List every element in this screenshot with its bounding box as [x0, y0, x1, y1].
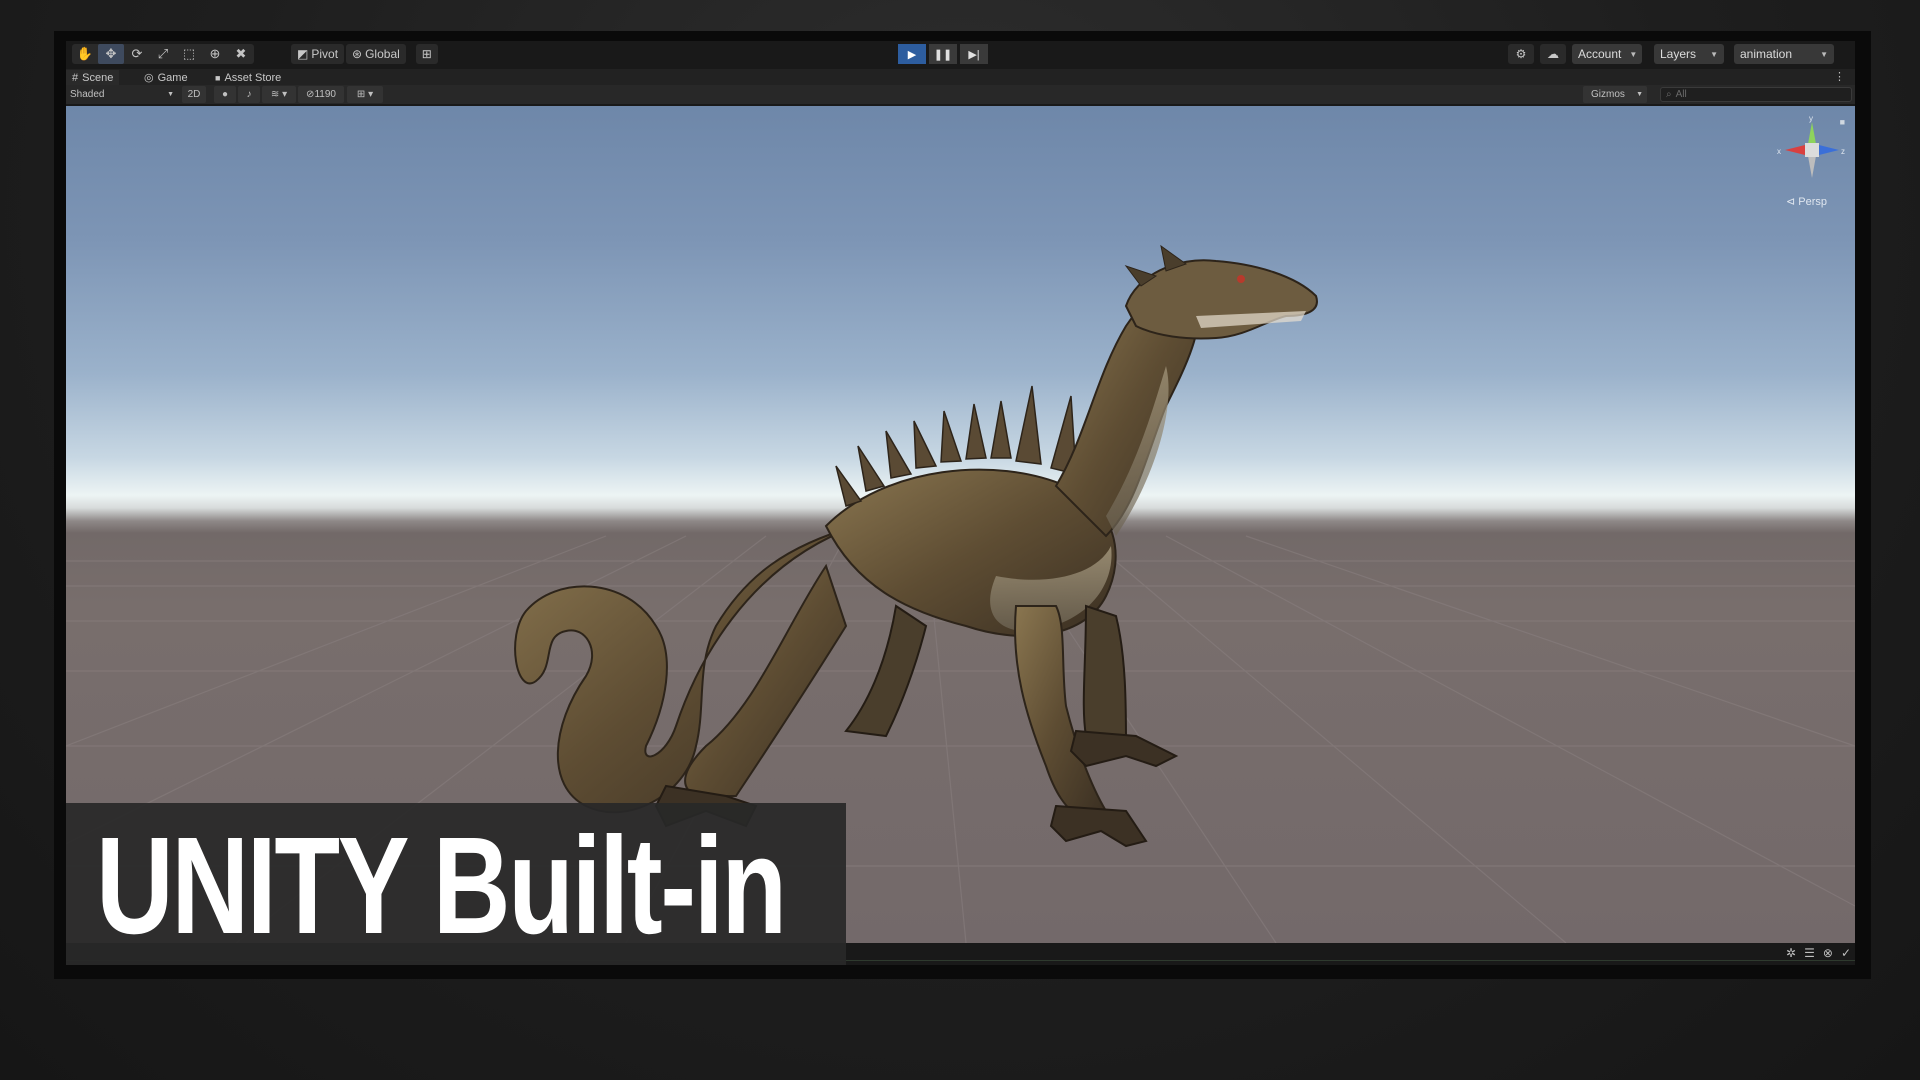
game-tab-icon: ◎ [144, 72, 154, 84]
grid-snap-button[interactable]: ⊞ [415, 44, 438, 64]
lock-tab-icon: ■ [215, 72, 221, 83]
layers-label: Layers [1660, 47, 1697, 61]
tab-scene[interactable]: # Scene [66, 70, 120, 85]
tool-group: ✋ ✥ ⟳ ⤢ ⬚ ⊕ ✖ [72, 44, 254, 64]
transform-tools: ✋ ✥ ⟳ ⤢ ⬚ ⊕ ✖ [72, 44, 254, 64]
gizmo-center-cube[interactable] [1805, 143, 1819, 157]
gizmo-z-label: z [1841, 147, 1845, 156]
play-controls: ▶ ❚❚ ▶| [898, 44, 988, 64]
persp-text: Persp [1798, 196, 1827, 208]
grid-snap-icon: ⊞ [421, 47, 432, 61]
main-toolbar: ✋ ✥ ⟳ ⤢ ⬚ ⊕ ✖ ◩ Pivot ⊛ Global ⊞ ▶ ❚❚ ▶|… [66, 41, 1855, 68]
effects-dropdown-icon[interactable]: ≋ ▾ [262, 86, 296, 103]
chevron-down-icon: ▼ [1636, 91, 1643, 98]
chevron-down-icon: ▼ [1820, 49, 1828, 59]
pause-button[interactable]: ❚❚ [929, 44, 957, 64]
overlay-title: UNITY Built-in [96, 809, 787, 963]
title-overlay: UNITY Built-in [66, 803, 846, 965]
mode-2d-label: 2D [187, 89, 201, 100]
global-label: Global [365, 47, 400, 61]
search-placeholder: All [1675, 89, 1687, 100]
status-icons: ✲ ☰ ⊗ ✓ [1786, 946, 1851, 960]
scale-tool-icon[interactable]: ⤢ [150, 44, 176, 64]
account-dropdown[interactable]: Account ▼ [1572, 44, 1642, 64]
lighting-toggle-icon[interactable]: ● [214, 86, 236, 103]
hidden-count: 1190 [314, 89, 336, 100]
more-options-icon[interactable]: ⋮ [1834, 70, 1845, 83]
tab-label: Asset Store [224, 71, 282, 84]
orientation-gizmo[interactable]: y x z [1777, 114, 1847, 186]
right-toolbar: ⚙ ☁ Account ▼ Layers ▼ animation ▼ [1508, 44, 1834, 64]
settings-icon[interactable]: ⊗ [1823, 946, 1833, 960]
scene-tab-icon: # [72, 71, 79, 84]
chevron-down-icon: ▼ [1629, 49, 1638, 59]
layout-dropdown[interactable]: animation ▼ [1734, 44, 1834, 64]
layout-label: animation [1740, 47, 1793, 61]
search-icon: ⌕ [1666, 89, 1672, 100]
shading-mode-label: Shaded [70, 89, 105, 100]
chevron-down-icon: ▼ [167, 91, 174, 98]
tab-label: Scene [82, 71, 114, 84]
pivot-label: Pivot [311, 47, 339, 61]
lock-icon[interactable]: ■ [1840, 117, 1845, 127]
custom-tool-icon[interactable]: ✖ [228, 44, 254, 64]
step-button[interactable]: ▶| [960, 44, 988, 64]
tab-game[interactable]: ◎ Game [144, 70, 188, 85]
eye-slash-icon: ⊘ [306, 89, 315, 100]
globe-icon: ⊛ [352, 47, 363, 61]
audio-toggle-icon[interactable]: ♪ [238, 86, 260, 103]
layers-dropdown[interactable]: Layers ▼ [1654, 44, 1724, 64]
hand-tool-icon[interactable]: ✋ [72, 44, 98, 64]
tab-asset-store[interactable]: ■ Asset Store [215, 70, 281, 85]
account-label: Account [1578, 47, 1622, 61]
pivot-controls: ◩ Pivot ⊛ Global ⊞ [291, 44, 438, 64]
scene-view-controls: Shaded ▼ 2D ● ♪ ≋ ▾ ⊘ 1190 ⊞ ▾ ✖ ■ ▾ Giz… [66, 85, 1855, 104]
gizmos-dropdown[interactable]: Gizmos ▼ [1587, 86, 1647, 103]
cloud-icon[interactable]: ☁ [1540, 44, 1566, 64]
rect-tool-icon[interactable]: ⬚ [176, 44, 202, 64]
services-icon[interactable]: ⚙ [1508, 44, 1534, 64]
transform-tool-icon[interactable]: ⊕ [202, 44, 228, 64]
check-icon[interactable]: ✓ [1841, 946, 1851, 960]
gizmo-y-label: y [1809, 114, 1813, 123]
move-tool-icon[interactable]: ✥ [98, 44, 124, 64]
shading-mode-dropdown[interactable]: Shaded ▼ [66, 86, 178, 103]
gizmo-x-axis[interactable] [1785, 145, 1805, 155]
hidden-objects-toggle[interactable]: ⊘ 1190 [298, 86, 344, 103]
gizmo-x-label: x [1777, 147, 1781, 156]
grid-dropdown-icon[interactable]: ⊞ ▾ [347, 86, 383, 103]
bug-icon[interactable]: ✲ [1786, 946, 1796, 960]
view-tab-bar: # Scene ◎ Game ■ Asset Store ⋮ [66, 69, 1855, 85]
chevron-down-icon: ▼ [1710, 49, 1718, 59]
pivot-icon: ◩ [297, 47, 309, 61]
layers-stack-icon[interactable]: ☰ [1804, 946, 1815, 960]
rotate-tool-icon[interactable]: ⟳ [124, 44, 150, 64]
scene-search-input[interactable]: ⌕ All [1660, 87, 1852, 102]
tab-label: Game [157, 71, 188, 84]
gizmo-y-axis[interactable] [1808, 122, 1816, 144]
gizmo-neg-y-axis[interactable] [1808, 156, 1816, 178]
projection-label[interactable]: ⊲ Persp [1786, 195, 1827, 208]
global-button[interactable]: ⊛ Global [346, 44, 406, 64]
play-button[interactable]: ▶ [898, 44, 926, 64]
toggle-2d-button[interactable]: 2D [182, 86, 206, 103]
gizmos-label: Gizmos [1591, 89, 1625, 100]
gizmo-z-axis[interactable] [1819, 145, 1839, 155]
pivot-button[interactable]: ◩ Pivot [291, 44, 345, 64]
persp-icon: ⊲ [1785, 196, 1796, 208]
